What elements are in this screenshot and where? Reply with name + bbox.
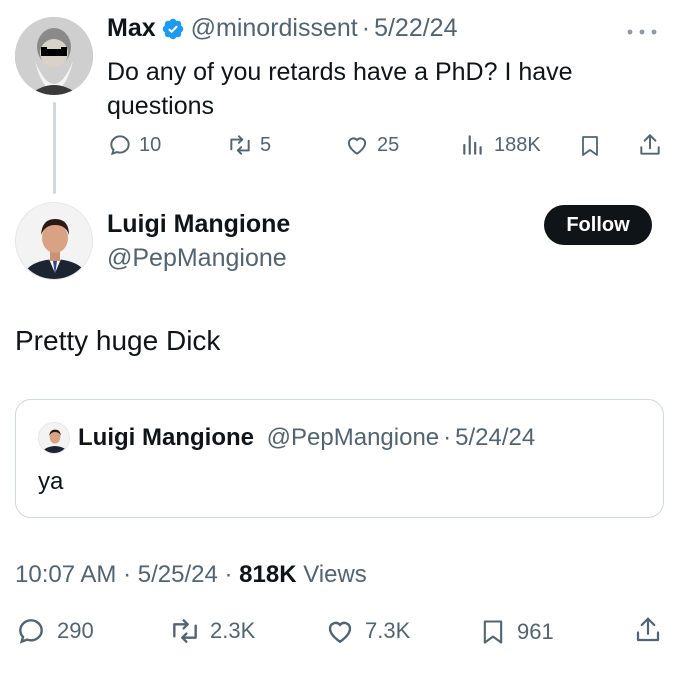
- parent-tweet-header: Max @minordissent · 5/22/24: [107, 14, 458, 43]
- views-total[interactable]: 818K: [239, 561, 296, 588]
- share-button[interactable]: [633, 613, 663, 647]
- quoted-avatar: [38, 422, 70, 454]
- avatar-max[interactable]: [15, 17, 93, 95]
- bookmark-count: 961: [517, 619, 554, 644]
- separator-dot: ·: [224, 561, 233, 588]
- like-button[interactable]: 25: [343, 132, 399, 158]
- reply-author-handle[interactable]: @PepMangione: [107, 244, 287, 273]
- reply-button[interactable]: 10: [107, 132, 161, 158]
- avatar-luigi[interactable]: [15, 202, 93, 280]
- repost-button[interactable]: 2.3K: [168, 615, 255, 647]
- like-count: 7.3K: [365, 618, 411, 643]
- parent-tweet-text: Do any of you retards have a PhD? I have…: [107, 58, 573, 120]
- ellipsis-icon: [627, 29, 657, 35]
- heart-icon: [347, 137, 367, 155]
- repost-count: 5: [260, 133, 272, 156]
- reply-button[interactable]: 290: [15, 615, 94, 647]
- tweet-time[interactable]: 10:07 AM: [15, 561, 116, 588]
- analytics-icon: [463, 135, 482, 155]
- bookmark-button[interactable]: 961: [479, 615, 554, 649]
- profile-photo-image: [16, 203, 92, 279]
- heart-icon: [328, 621, 352, 644]
- tweet-meta: 10:07 AM · 5/25/24 · 818K Views: [15, 561, 367, 589]
- quoted-author-handle: @PepMangione: [266, 424, 440, 451]
- quoted-tweet-card[interactable]: Luigi Mangione @PepMangione · 5/24/24 ya: [15, 399, 664, 518]
- bookmark-button[interactable]: [578, 132, 602, 160]
- reply-icon: [110, 135, 130, 156]
- views-label: Views: [303, 561, 367, 588]
- separator-dot: ·: [443, 424, 452, 451]
- share-icon: [636, 617, 660, 642]
- quoted-tweet-text: ya: [38, 468, 64, 495]
- darwin-portrait-image: [15, 17, 93, 95]
- like-button[interactable]: 7.3K: [323, 615, 410, 647]
- verified-badge-icon: [162, 18, 183, 39]
- reply-count: 10: [139, 133, 162, 156]
- thread-connector-line: [53, 102, 56, 194]
- bookmark-icon: [483, 620, 503, 644]
- views-button[interactable]: 188K: [460, 132, 541, 158]
- tweet-date[interactable]: 5/22/24: [374, 14, 457, 43]
- share-icon: [640, 134, 660, 155]
- follow-button[interactable]: Follow: [544, 205, 652, 245]
- repost-icon: [230, 135, 250, 155]
- reply-icon: [19, 619, 43, 644]
- reply-author-name[interactable]: Luigi Mangione: [107, 210, 290, 239]
- repost-button[interactable]: 5: [226, 132, 271, 158]
- share-button[interactable]: [637, 131, 663, 159]
- repost-count: 2.3K: [210, 618, 256, 643]
- views-count: 188K: [494, 133, 541, 156]
- author-name[interactable]: Max: [107, 14, 156, 43]
- reply-tweet-text: Pretty huge Dick: [15, 325, 221, 356]
- quoted-date: 5/24/24: [455, 424, 536, 451]
- quoted-tweet-header: Luigi Mangione @PepMangione · 5/24/24: [78, 424, 535, 452]
- separator-dot: ·: [123, 561, 132, 588]
- like-count: 25: [377, 133, 400, 156]
- more-options-button[interactable]: [622, 20, 662, 49]
- separator-dot: ·: [361, 14, 371, 42]
- author-handle[interactable]: @minordissent: [191, 14, 358, 43]
- quoted-profile-photo-image: [39, 423, 69, 453]
- quoted-author-name: Luigi Mangione: [78, 424, 254, 451]
- tweet-date[interactable]: 5/25/24: [138, 561, 218, 588]
- reply-count: 290: [57, 618, 94, 643]
- bookmark-icon: [582, 136, 598, 156]
- repost-icon: [173, 619, 197, 643]
